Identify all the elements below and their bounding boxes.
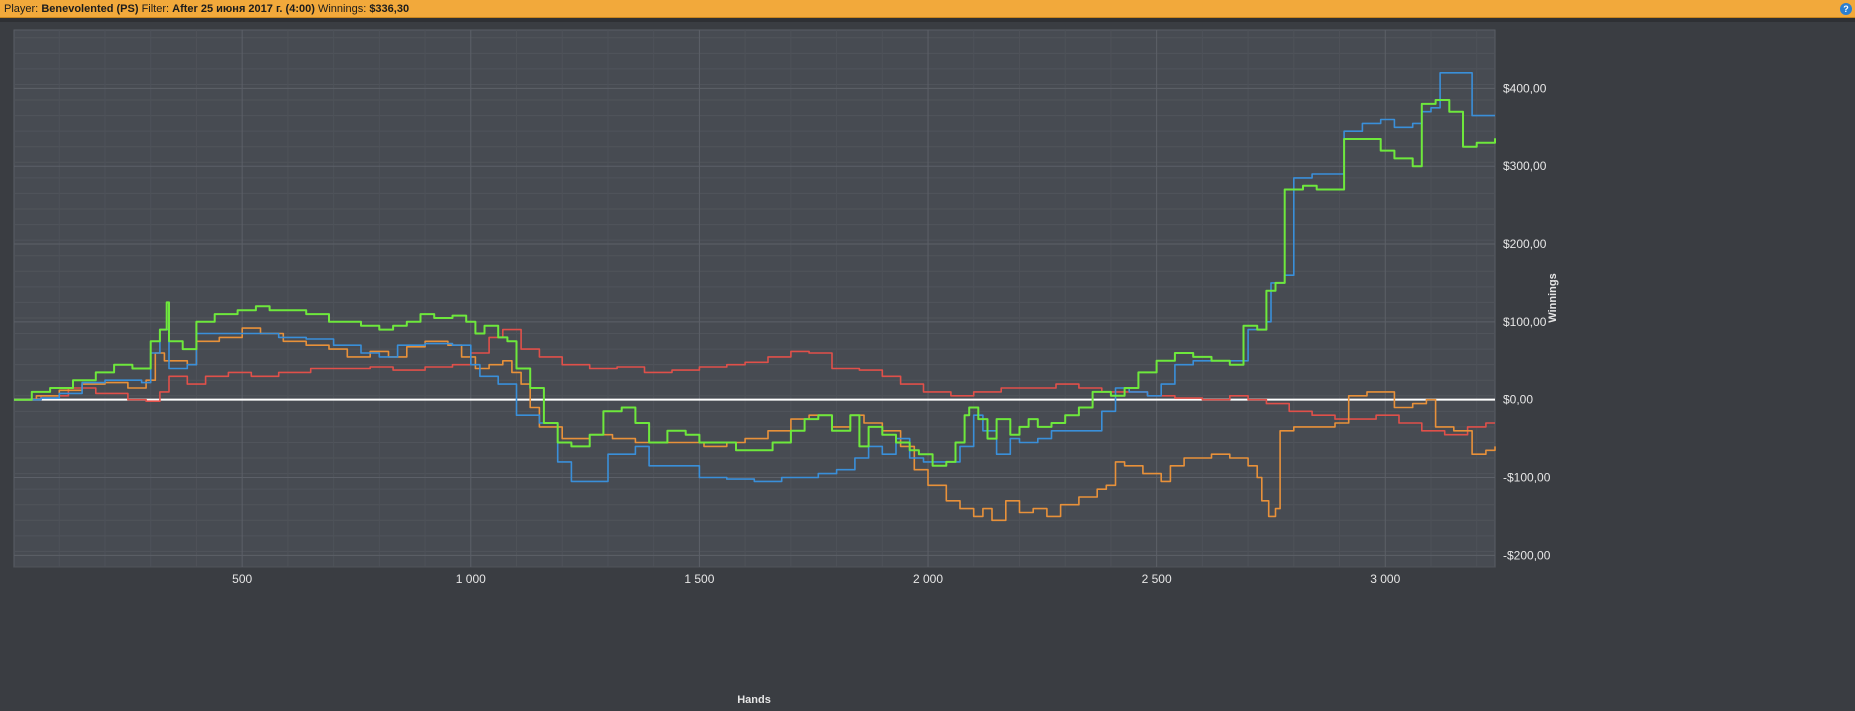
y-tick-label: -$200,00	[1503, 548, 1551, 562]
x-tick-label: 500	[232, 572, 252, 586]
y-tick-label: $300,00	[1503, 159, 1547, 173]
x-axis: 500 1 000 1 500 2 000 2 500 3 000	[232, 572, 1400, 586]
player-value: Benevolented (PS)	[41, 3, 139, 15]
filter-label: Filter:	[141, 3, 170, 15]
plot-area	[13, 29, 1496, 568]
filter-bar: Player: Benevolented (PS) Filter: After …	[0, 0, 1855, 18]
x-tick-label: 1 000	[456, 572, 486, 586]
y-tick-label: $100,00	[1503, 315, 1547, 329]
y-axis: $400,00 $300,00 $200,00 $100,00 $0,00 -$100,0…	[1503, 81, 1551, 562]
x-tick-label: 1 500	[684, 572, 714, 586]
x-tick-label: 2 500	[1142, 572, 1172, 586]
player-label: Player:	[4, 3, 39, 15]
x-tick-label: 3 000	[1370, 572, 1400, 586]
y-tick-label: $400,00	[1503, 81, 1547, 95]
y-tick-label: $0,00	[1503, 393, 1533, 407]
winnings-graph: 500 1 000 1 500 2 000 2 500 3 000 $400,00 $300…	[13, 29, 1559, 706]
help-icon[interactable]: ?	[1840, 3, 1852, 15]
y-tick-label: -$100,00	[1503, 471, 1551, 485]
x-axis-title: Hands	[737, 694, 771, 706]
x-tick-label: 2 000	[913, 572, 943, 586]
winnings-label: Winnings:	[317, 3, 367, 15]
y-axis-title: Winnings	[1547, 273, 1559, 322]
y-tick-label: $200,00	[1503, 237, 1547, 251]
filter-summary: Player: Benevolented (PS) Filter: After …	[4, 3, 409, 15]
winnings-value: $336,30	[369, 3, 410, 15]
filter-value: After 25 июня 2017 г. (4:00)	[172, 3, 315, 15]
